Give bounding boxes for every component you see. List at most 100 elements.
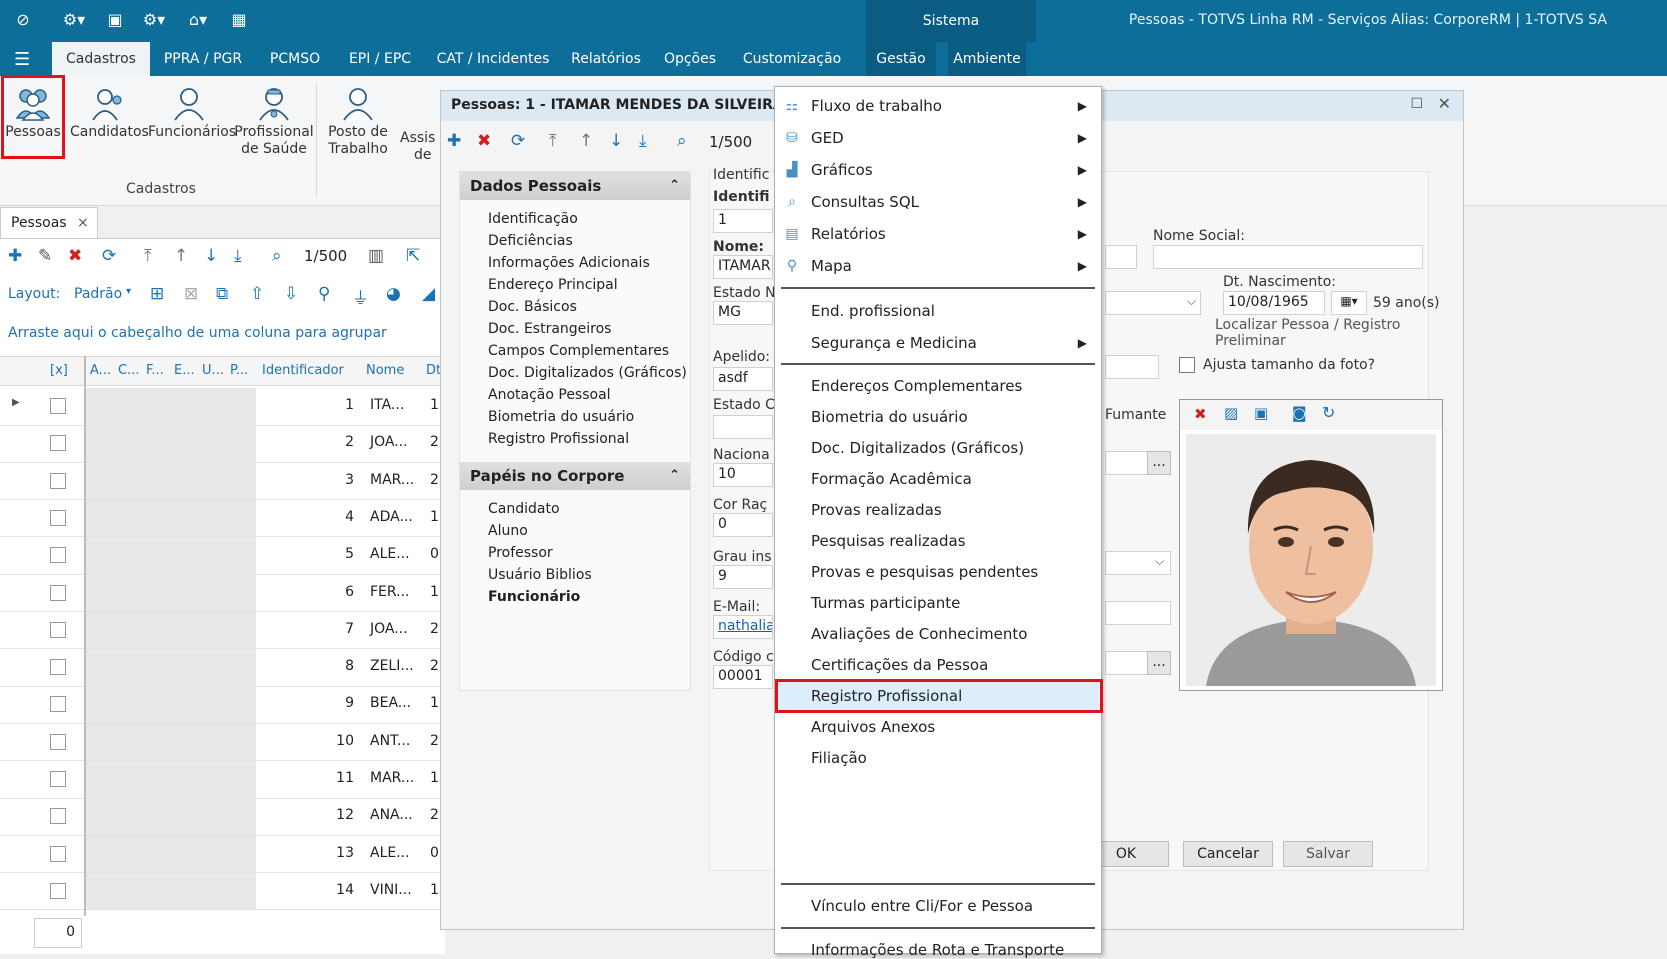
nav-item[interactable]: Doc. Estrangeiros [488,318,690,340]
row-checkbox[interactable] [50,435,66,452]
select-chevron-down-icon[interactable]: ⌵ [1187,294,1196,309]
menu-item[interactable]: Provas realizadas [811,501,942,519]
last-record-icon[interactable]: ⤓ [234,246,242,266]
nav-item[interactable]: Informações Adicionais [488,252,690,274]
calendar-icon[interactable]: ▦▾ [1331,291,1367,315]
partial-field-4[interactable] [1105,601,1171,625]
photo-save-icon[interactable]: ▣ [1254,404,1268,422]
col-dt[interactable]: Dt [426,363,441,378]
lookup-button-1[interactable]: ... [1147,451,1171,475]
calculator-icon[interactable]: ▦ [228,10,250,32]
dialog-prev-icon[interactable]: ↑ [579,131,593,151]
nav-papel-item[interactable]: Funcionário [488,586,690,608]
nav-item[interactable]: Anotação Pessoal [488,384,690,406]
collapse-papeis-icon[interactable]: ⌃ [669,462,680,490]
tab-ambiente[interactable]: Ambiente [948,42,1026,76]
row-checkbox[interactable] [50,584,66,601]
chart-pie-icon[interactable]: ◕ [386,284,401,304]
lookup-button-2[interactable]: ... [1147,651,1171,675]
layout-chevron-down-icon[interactable]: ▾ [126,286,131,297]
table-row[interactable]: 6 FER... 1 [0,574,445,612]
nav-papel-item[interactable]: Candidato [488,498,690,520]
col-nome[interactable]: Nome [366,363,404,378]
nav-item[interactable]: Registro Profissional [488,428,690,450]
menu-seguranca-medicina[interactable]: Segurança e Medicina [811,334,977,352]
tab-pcmso[interactable]: PCMSO [262,42,328,76]
tab-gestao[interactable]: Gestão [866,42,936,76]
row-checkbox[interactable] [50,398,66,414]
nav-papel-item[interactable]: Usuário Biblios [488,564,690,586]
add-row-icon[interactable]: ⊞ [150,284,164,304]
row-checkbox[interactable] [50,696,66,713]
export-icon[interactable]: ⇱ [406,246,420,266]
cor-raca-field[interactable]: 0 [713,513,773,537]
menu-item[interactable]: Provas e pesquisas pendentes [811,563,1038,581]
identif-field[interactable]: 1 [713,209,773,233]
tab-ppra-pgr[interactable]: PPRA / PGR [158,42,248,76]
grau-instrucao-field[interactable]: 9 [713,565,773,589]
layout-select[interactable]: Padrão [74,286,122,302]
close-icon[interactable]: × [77,208,89,238]
ribbon-posto-trabalho-button[interactable]: Posto de Trabalho [320,82,396,158]
menu-end-profissional[interactable]: End. profissional [811,302,935,320]
row-checkbox[interactable] [50,771,66,787]
salvar-button[interactable]: Salvar [1283,841,1373,867]
col-p[interactable]: P... [230,363,248,378]
codigo-field[interactable]: 00001 [713,665,773,689]
col-f[interactable]: F... [146,363,164,378]
copy-icon[interactable]: ⧉ [216,284,228,304]
row-checkbox[interactable] [50,659,66,676]
photo-rotate-icon[interactable]: ↻ [1322,403,1335,422]
menu-item[interactable]: Arquivos Anexos [811,718,935,736]
ajusta-foto-checkbox[interactable] [1179,357,1195,373]
menu-item[interactable]: Certificações da Pessoa [811,656,988,674]
row-checkbox[interactable] [50,882,66,899]
localizar-link[interactable]: Localizar Pessoa / Registro Preliminar [1215,317,1463,349]
app-menu-icon[interactable]: ☰ [14,49,30,70]
tab-customizacao[interactable]: Customização [736,42,848,76]
menu-consultas-sql[interactable]: Consultas SQL [811,193,919,211]
tab-relatorios[interactable]: Relatórios [566,42,646,76]
table-row[interactable]: 10 ANT... 2 [0,723,445,762]
col-e[interactable]: E... [174,363,195,378]
next-record-icon[interactable]: ↓ [204,246,218,266]
menu-item[interactable]: Pesquisas realizadas [811,532,966,550]
system-label[interactable]: Sistema [866,0,1036,42]
menu-ged[interactable]: GED [811,129,844,147]
view-icon[interactable]: ▣ [104,10,126,32]
menu-relatorios[interactable]: Relatórios [811,225,886,243]
collapse-icon[interactable]: ⌃ [669,172,680,200]
dt-nascimento-field[interactable]: 10/08/1965 [1223,291,1325,315]
nav-item[interactable]: Identificação [488,208,690,230]
table-row[interactable]: 13 ALE... 0 [0,835,445,874]
previous-record-icon[interactable]: ↑ [174,246,188,266]
select2-chevron-down-icon[interactable]: ⌵ [1155,554,1164,569]
table-row[interactable]: 14 VINI... 1 [0,872,445,911]
partial-field-2[interactable] [1105,355,1159,379]
row-checkbox[interactable] [50,733,66,750]
section-dados-pessoais[interactable]: Dados Pessoais ⌃ [460,172,690,200]
tab-cadastros[interactable]: Cadastros [52,42,150,76]
col-c[interactable]: C... [118,363,139,378]
nav-item[interactable]: Endereço Principal [488,274,690,296]
chart-area-icon[interactable]: ◢ [422,284,435,304]
partial-field-1[interactable] [1105,245,1137,269]
col-identificador[interactable]: Identificador [262,363,344,378]
menu-item[interactable]: Formação Acadêmica [811,470,972,488]
remove-row-icon[interactable]: ⊠ [184,284,198,304]
tab-opcoes[interactable]: Opções [660,42,720,76]
first-record-icon[interactable]: ⤒ [144,246,152,266]
ribbon-profissional-saude-button[interactable]: Profissional de Saúde [234,82,314,158]
photo-camera-icon[interactable]: ◙ [1292,404,1307,422]
table-row[interactable]: 7 JOA... 2 [0,611,445,650]
col-select[interactable]: [x] [50,363,68,378]
menu-item[interactable]: Turmas participante [811,594,960,612]
col-a[interactable]: A... [90,363,111,378]
ribbon-assis-button[interactable]: Assis de [400,130,436,164]
dialog-add-icon[interactable]: ✚ [447,131,461,151]
dialog-delete-icon[interactable]: ✖ [477,131,491,151]
menu-item[interactable]: Biometria do usuário [811,408,968,426]
row-checkbox[interactable] [50,472,66,489]
estado-civil-field[interactable] [713,415,773,439]
home-icon[interactable]: ⌂▾ [182,10,214,32]
